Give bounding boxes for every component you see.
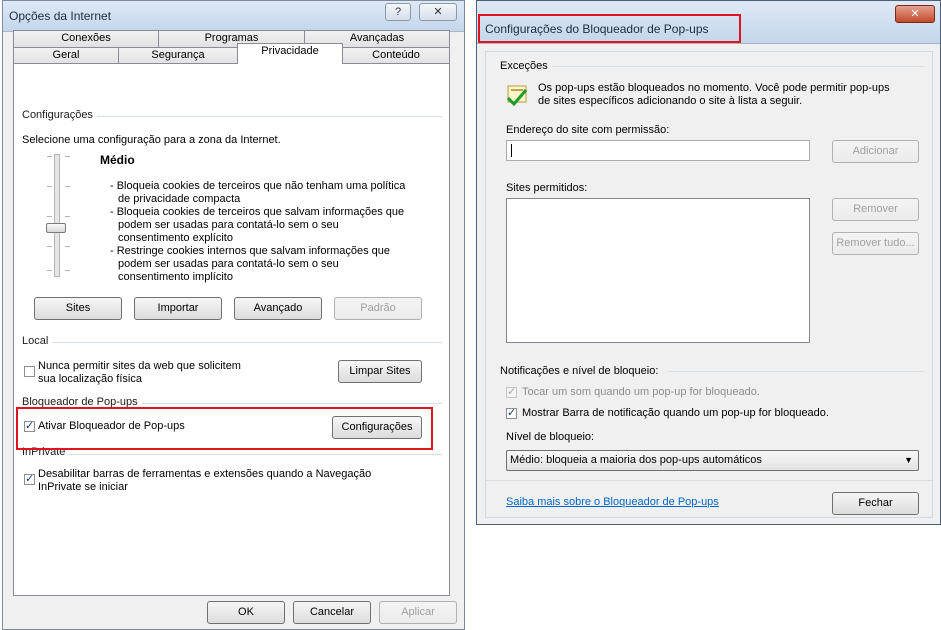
tab-conexoes[interactable]: Conexões xyxy=(13,30,159,47)
address-label: Endereço do site com permissão: xyxy=(506,124,670,136)
tab-conteudo[interactable]: Conteúdo xyxy=(342,47,450,64)
disable-toolbars-line2: InPrivate se iniciar xyxy=(38,481,128,493)
never-allow-location-checkbox[interactable] xyxy=(24,366,35,377)
tab-seguranca[interactable]: Segurança xyxy=(118,47,238,64)
description-line: consentimento implícito xyxy=(118,271,233,283)
learn-more-link[interactable]: Saiba mais sobre o Bloqueador de Pop-ups xyxy=(506,496,719,508)
description-line: - Bloqueia cookies de terceiros que salv… xyxy=(110,206,405,218)
privacy-slider-thumb[interactable] xyxy=(46,223,66,233)
slider-tick xyxy=(65,246,70,247)
disable-toolbars-line1: Desabilitar barras de ferramentas e exte… xyxy=(38,468,372,480)
sites-button[interactable]: Sites xyxy=(34,297,122,320)
allowed-sites-list[interactable] xyxy=(506,198,810,343)
popup-blocker-highlight xyxy=(16,407,433,450)
slider-tick xyxy=(65,156,70,157)
settings-instruction: Selecione uma configuração para a zona d… xyxy=(22,134,281,146)
close-button[interactable]: Fechar xyxy=(832,492,919,515)
popup-blocker-settings-window: Configurações do Bloqueador de Pop-ups ✕… xyxy=(476,0,941,525)
internet-options-window: Opções da Internet ? ✕ Conexões Programa… xyxy=(2,0,465,630)
remove-all-button[interactable]: Remover tudo... xyxy=(832,232,919,255)
info-shield-icon xyxy=(506,85,528,106)
disable-toolbars-inprivate-checkbox[interactable] xyxy=(24,472,35,485)
description-line: de privacidade compacta xyxy=(118,193,241,205)
privacy-description: - Bloqueia cookies de terceiros que não … xyxy=(110,180,440,284)
slider-tick xyxy=(47,216,52,217)
tab-geral[interactable]: Geral xyxy=(13,47,119,64)
add-site-button[interactable]: Adicionar xyxy=(832,140,919,163)
slider-tick xyxy=(65,216,70,217)
exceptions-info-line1: Os pop-ups estão bloqueados no momento. … xyxy=(538,82,890,94)
privacy-tab-panel: Configurações Selecione uma configuração… xyxy=(13,63,450,596)
internet-options-titlebar[interactable]: Opções da Internet ? ✕ xyxy=(3,1,464,32)
never-allow-location-line2: sua localização física xyxy=(38,373,142,385)
tab-privacidade[interactable]: Privacidade xyxy=(237,43,343,64)
never-allow-location-line1: Nunca permitir sites da web que solicite… xyxy=(38,360,241,372)
remove-button[interactable]: Remover xyxy=(832,198,919,221)
apply-button[interactable]: Aplicar xyxy=(379,601,457,624)
allowed-sites-label: Sites permitidos: xyxy=(506,182,588,194)
dropdown-arrow-icon: ▼ xyxy=(904,455,913,465)
slider-tick xyxy=(47,186,52,187)
close-icon[interactable]: ✕ xyxy=(419,3,457,21)
blocking-level-select[interactable]: Médio: bloqueia a maioria dos pop-ups au… xyxy=(506,450,919,471)
blocking-level-label: Nível de bloqueio: xyxy=(506,431,595,443)
popup-settings-body: Exceções Os pop-ups estão bloqueados no … xyxy=(485,51,933,518)
advanced-button[interactable]: Avançado xyxy=(234,297,322,320)
close-icon[interactable]: ✕ xyxy=(895,5,935,23)
description-line: podem ser usadas para contatá-lo sem o s… xyxy=(118,219,339,231)
site-address-input[interactable] xyxy=(506,140,810,161)
import-button[interactable]: Importar xyxy=(134,297,222,320)
description-line: - Restringe cookies internos que salvam … xyxy=(110,245,391,257)
slider-tick xyxy=(65,186,70,187)
description-line: podem ser usadas para contatá-lo sem o s… xyxy=(118,258,339,270)
popup-title-highlight xyxy=(478,14,741,43)
blocking-level-value: Médio: bloqueia a maioria dos pop-ups au… xyxy=(510,454,762,466)
local-group-divider xyxy=(22,342,442,343)
ok-button[interactable]: OK xyxy=(207,601,285,624)
play-sound-checkbox[interactable] xyxy=(506,385,517,398)
inprivate-group-divider xyxy=(22,454,442,455)
notifications-group-label: Notificações e nível de bloqueio: xyxy=(500,365,659,377)
local-group-label: Local xyxy=(22,335,53,347)
description-line: consentimento explícito xyxy=(118,232,233,244)
window-title: Opções da Internet xyxy=(9,9,112,23)
privacy-slider-track xyxy=(54,154,60,277)
footer-divider xyxy=(486,480,932,481)
play-sound-label: Tocar um som quando um pop-up for bloque… xyxy=(522,386,760,398)
default-button[interactable]: Padrão xyxy=(334,297,422,320)
cancel-button[interactable]: Cancelar xyxy=(293,601,371,624)
description-line: - Bloqueia cookies de terceiros que não … xyxy=(110,180,406,192)
settings-group-label: Configurações xyxy=(22,109,97,121)
exceptions-info-line2: de sites específicos adicionando o site … xyxy=(538,95,803,107)
clear-sites-button[interactable]: Limpar Sites xyxy=(338,360,422,383)
privacy-level: Médio xyxy=(100,153,135,167)
slider-tick xyxy=(47,156,52,157)
notifications-group-divider xyxy=(668,371,924,372)
exceptions-group-label: Exceções xyxy=(500,60,548,72)
show-notification-bar-label: Mostrar Barra de notificação quando um p… xyxy=(522,407,829,419)
text-caret xyxy=(511,144,512,157)
slider-tick xyxy=(65,270,70,271)
help-icon[interactable]: ? xyxy=(385,3,411,21)
slider-tick xyxy=(47,270,52,271)
slider-tick xyxy=(47,246,52,247)
show-notification-bar-checkbox[interactable] xyxy=(506,406,517,419)
exceptions-group-divider xyxy=(552,66,924,67)
